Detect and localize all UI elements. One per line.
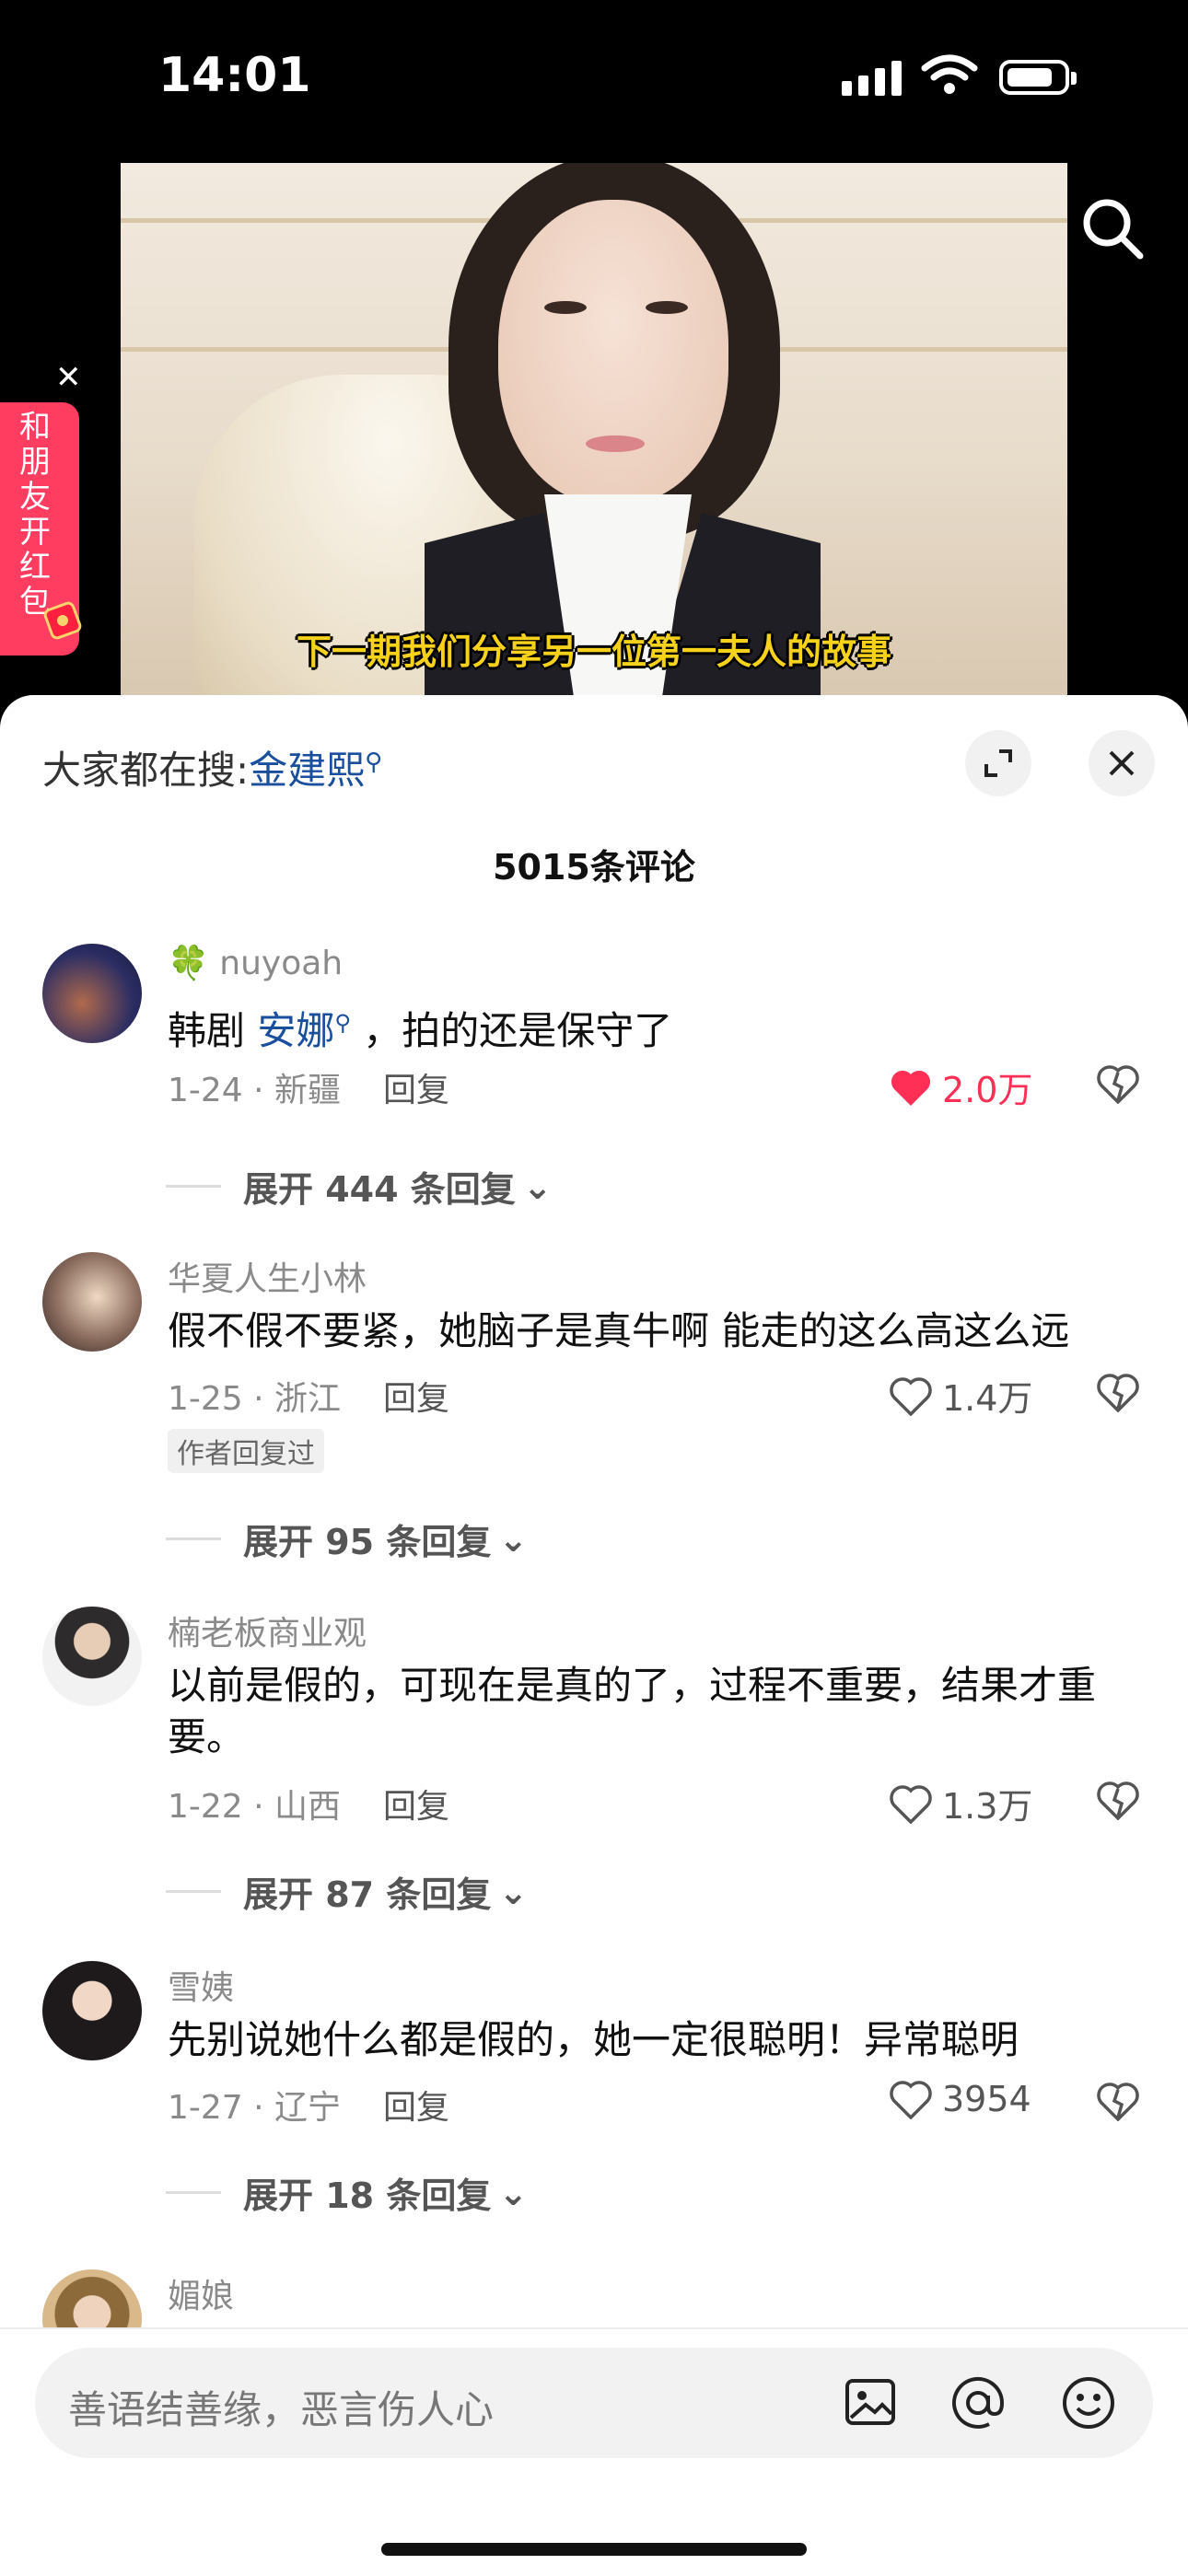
avatar[interactable] bbox=[42, 1252, 142, 1352]
hot-search-prefix: 大家都在搜: bbox=[42, 748, 250, 793]
comment-text-part: 韩剧 bbox=[168, 1008, 258, 1053]
heart-outline-icon bbox=[890, 1784, 932, 1824]
expand-replies[interactable]: 展开 444 条回复 ⌄ bbox=[166, 1161, 553, 1212]
emoji-icon[interactable] bbox=[1059, 2373, 1118, 2432]
red-envelope-icon bbox=[43, 601, 82, 640]
dislike-icon[interactable] bbox=[1096, 1063, 1140, 1104]
comment-date: 1-24 · 新疆 bbox=[168, 1072, 342, 1109]
dislike-icon[interactable] bbox=[1096, 1372, 1140, 1412]
wifi-icon bbox=[921, 54, 978, 94]
reply-button[interactable]: 回复 bbox=[383, 1380, 449, 1418]
heart-filled-icon bbox=[891, 1070, 931, 1106]
like-button[interactable]: 3954 bbox=[889, 2079, 1031, 2119]
signal-icon bbox=[842, 61, 908, 96]
image-icon[interactable] bbox=[842, 2373, 899, 2431]
comment-meta: 1-22 · 山西 回复 bbox=[168, 1780, 449, 1828]
video-player[interactable]: 下一期我们分享另一位第一夫人的故事 bbox=[121, 163, 1067, 697]
comment-input-bar: 善语结善缘，恶言伤人心 bbox=[0, 2327, 1188, 2576]
chevron-down-icon: ⌄ bbox=[498, 2172, 529, 2213]
hot-search-keyword[interactable]: 金建熙 bbox=[249, 748, 365, 793]
comment-username[interactable]: 楠老板商业观 bbox=[168, 1607, 367, 1654]
status-bar: 14:01 bbox=[0, 0, 1188, 161]
divider bbox=[166, 1537, 221, 1540]
red-packet-banner[interactable]: 和朋友开红包 bbox=[0, 402, 82, 656]
person-lips bbox=[586, 435, 645, 452]
search-icon[interactable] bbox=[1077, 193, 1147, 263]
home-indicator[interactable] bbox=[381, 2543, 807, 2556]
hot-search[interactable]: 大家都在搜:金建熙⚲ bbox=[42, 739, 382, 795]
expand-replies[interactable]: 展开 18 条回复 ⌄ bbox=[166, 2167, 528, 2218]
battery-icon bbox=[999, 60, 1077, 95]
dislike-icon[interactable] bbox=[1096, 2081, 1140, 2121]
comment-username[interactable]: 雪姨 bbox=[168, 1961, 234, 2009]
avatar[interactable] bbox=[42, 1607, 142, 1706]
clover-icon: 🍀 bbox=[168, 945, 209, 982]
close-icon bbox=[1109, 750, 1135, 776]
comment-text: 假不假不要紧，她脑子是真牛啊 能走的这么高这么远 bbox=[168, 1308, 1070, 1353]
heart-outline-icon bbox=[890, 2081, 932, 2119]
search-mini-icon: ⚲ bbox=[334, 1010, 351, 1036]
like-count: 1.3万 bbox=[942, 1786, 1033, 1827]
chevron-down-icon: ⌄ bbox=[522, 1166, 553, 1207]
expand-replies[interactable]: 展开 87 条回复 ⌄ bbox=[166, 1866, 528, 1917]
red-packet-label: 和朋友开红包 bbox=[19, 409, 51, 621]
expand-button[interactable] bbox=[965, 730, 1031, 796]
status-time: 14:01 bbox=[158, 48, 311, 103]
expand-label: 展开 87 条回复 bbox=[243, 1874, 492, 1915]
person-eye-right bbox=[646, 301, 688, 314]
comment-username[interactable]: 🍀 nuyoah bbox=[168, 944, 343, 982]
avatar[interactable] bbox=[42, 944, 142, 1043]
chevron-down-icon: ⌄ bbox=[498, 1871, 529, 1912]
reply-button[interactable]: 回复 bbox=[383, 1072, 449, 1109]
like-count: 3954 bbox=[942, 2079, 1031, 2119]
like-button[interactable]: 1.4万 bbox=[889, 1370, 1032, 1421]
mention-icon[interactable] bbox=[949, 2373, 1007, 2432]
comment-text: 韩剧 安娜⚲ ，拍的还是保守了 bbox=[168, 997, 1144, 1057]
like-button[interactable]: 1.3万 bbox=[889, 1778, 1032, 1828]
person-eye-left bbox=[544, 301, 587, 314]
avatar[interactable] bbox=[42, 1961, 142, 2060]
video-subtitle: 下一期我们分享另一位第一夫人的故事 bbox=[296, 632, 891, 672]
reply-button[interactable]: 回复 bbox=[383, 2089, 449, 2127]
heart-outline-icon bbox=[890, 1376, 932, 1416]
expand-icon bbox=[984, 749, 1012, 777]
comment-text: 先别说她什么都是假的，她一定很聪明！异常聪明 bbox=[168, 2017, 1019, 2062]
expand-label: 展开 18 条回复 bbox=[243, 2176, 492, 2216]
divider bbox=[166, 1890, 221, 1893]
comment-count: 5015条评论 bbox=[493, 847, 695, 888]
expand-label: 展开 444 条回复 bbox=[243, 1169, 516, 1210]
close-icon[interactable]: ✕ bbox=[55, 359, 82, 396]
comment-keyword-link[interactable]: 安娜 bbox=[257, 1008, 334, 1053]
like-count: 1.4万 bbox=[942, 1378, 1033, 1419]
search-mini-icon: ⚲ bbox=[365, 748, 383, 776]
expand-label: 展开 95 条回复 bbox=[243, 1522, 492, 1562]
close-button[interactable] bbox=[1089, 730, 1155, 796]
comment-meta: 1-25 · 浙江 回复 bbox=[168, 1372, 449, 1420]
expand-replies[interactable]: 展开 95 条回复 ⌄ bbox=[166, 1514, 528, 1564]
comment-text: 以前是假的，可现在是真的了，过程不重要，结果才重要。 bbox=[168, 1663, 1097, 1759]
comment-date: 1-27 · 辽宁 bbox=[168, 2089, 342, 2127]
comment-text-part: ，拍的还是保守了 bbox=[350, 1008, 673, 1053]
username-text: nuyoah bbox=[219, 945, 344, 982]
comment-date: 1-25 · 浙江 bbox=[168, 1380, 342, 1418]
comment-username[interactable]: 华夏人生小林 bbox=[168, 1252, 367, 1300]
comment-meta: 1-27 · 辽宁 回复 bbox=[168, 2081, 449, 2129]
comment-sheet: 大家都在搜:金建熙⚲ 5015条评论 🍀 nuyoah 韩剧 安娜⚲ ，拍的还是… bbox=[0, 695, 1188, 2574]
comment-username[interactable]: 媚娘 bbox=[168, 2269, 234, 2317]
person-face bbox=[498, 200, 728, 504]
divider bbox=[166, 1185, 221, 1188]
chevron-down-icon: ⌄ bbox=[498, 1518, 529, 1560]
like-count: 2.0万 bbox=[942, 1070, 1033, 1110]
comment-meta: 1-24 · 新疆 回复 bbox=[168, 1063, 449, 1111]
divider bbox=[166, 2191, 221, 2194]
reply-button[interactable]: 回复 bbox=[383, 1788, 449, 1826]
comment-input[interactable]: 善语结善缘，恶言伤人心 bbox=[35, 2348, 1153, 2458]
comment-date: 1-22 · 山西 bbox=[168, 1788, 342, 1826]
comment-input-placeholder: 善语结善缘，恶言伤人心 bbox=[68, 2387, 495, 2432]
like-button[interactable]: 2.0万 bbox=[889, 1062, 1032, 1112]
author-replied-badge: 作者回复过 bbox=[168, 1429, 324, 1473]
dislike-icon[interactable] bbox=[1096, 1780, 1140, 1820]
